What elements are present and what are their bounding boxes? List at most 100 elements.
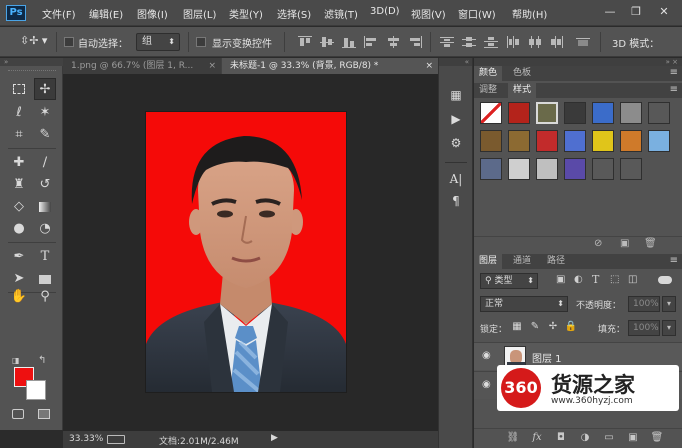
distribute-hcenter-icon[interactable] bbox=[528, 36, 542, 48]
adjustment-layer-icon[interactable]: ◑ bbox=[578, 432, 592, 444]
silver-style[interactable] bbox=[536, 158, 558, 180]
filter-toggle[interactable] bbox=[658, 276, 672, 284]
tab-layers[interactable]: 图层 bbox=[474, 254, 503, 269]
background-color-swatch[interactable] bbox=[26, 380, 46, 400]
panel-menu-icon[interactable]: ≡ bbox=[670, 84, 678, 95]
history-icon[interactable]: ▦ bbox=[446, 86, 466, 104]
clone-stamp-tool-icon[interactable]: ♜ bbox=[8, 174, 30, 196]
menu-filter[interactable]: 滤镜(T) bbox=[324, 6, 358, 21]
restore-button[interactable]: ❐ bbox=[624, 3, 648, 21]
link-layers-icon[interactable]: ⛓ bbox=[506, 432, 520, 444]
new-group-icon[interactable]: ▭ bbox=[602, 432, 616, 444]
move-tool-preset-icon[interactable]: ⇳✢ ▾ bbox=[20, 34, 52, 50]
lock-transparent-icon[interactable]: ▦ bbox=[510, 320, 524, 334]
orange-style[interactable] bbox=[620, 130, 642, 152]
sky-style[interactable] bbox=[648, 130, 670, 152]
align-top-icon[interactable] bbox=[298, 36, 312, 48]
tab-document-1[interactable]: 1.png @ 66.7% (图层 1, R... × bbox=[63, 58, 221, 74]
auto-select-dropdown[interactable]: 组 ⬍ bbox=[136, 33, 180, 51]
layer-style-icon[interactable]: fx bbox=[530, 432, 544, 444]
layer-name[interactable]: 图层 1 bbox=[532, 350, 562, 365]
panel-menu-icon[interactable]: ≡ bbox=[670, 255, 678, 266]
frame-style[interactable] bbox=[536, 102, 558, 124]
close-button[interactable]: ✕ bbox=[652, 3, 676, 21]
menu-help[interactable]: 帮助(H) bbox=[512, 6, 547, 21]
tab-document-2[interactable]: 未标题-1 @ 33.3% (背景, RGB/8) * × bbox=[222, 58, 438, 74]
tab-channels[interactable]: 通道 bbox=[508, 254, 536, 269]
sunset-style[interactable] bbox=[480, 158, 502, 180]
filter-pixel-icon[interactable]: ▣ bbox=[556, 274, 565, 285]
marquee-tool-icon[interactable] bbox=[8, 78, 30, 100]
dark-gray-style[interactable] bbox=[648, 102, 670, 124]
menu-view[interactable]: 视图(V) bbox=[411, 6, 446, 21]
gray-style[interactable] bbox=[620, 102, 642, 124]
red-glow-style[interactable] bbox=[508, 102, 530, 124]
new-style-icon[interactable]: ▣ bbox=[620, 238, 629, 249]
brush-tool-icon[interactable]: ∕ bbox=[34, 152, 56, 174]
blue-glass-style[interactable] bbox=[592, 102, 614, 124]
lock-position-icon[interactable]: ✢ bbox=[546, 320, 560, 334]
align-left-icon[interactable] bbox=[364, 36, 378, 48]
filter-smart-object-icon[interactable]: ◫ bbox=[628, 274, 637, 285]
history-brush-tool-icon[interactable]: ↺ bbox=[34, 174, 56, 196]
properties-icon[interactable]: ⚙ bbox=[446, 134, 466, 152]
menu-image[interactable]: 图像(I) bbox=[137, 6, 168, 21]
menu-select[interactable]: 选择(S) bbox=[277, 6, 311, 21]
show-transform-checkbox[interactable] bbox=[196, 37, 206, 47]
move-tool-icon[interactable]: ✢ bbox=[34, 78, 56, 100]
tab-swatches[interactable]: 色板 bbox=[508, 66, 536, 81]
gradient-tool-icon[interactable] bbox=[34, 196, 56, 218]
crop-tool-icon[interactable]: ⌗ bbox=[8, 124, 30, 146]
menu-type[interactable]: 类型(Y) bbox=[229, 6, 263, 21]
canvas-area[interactable] bbox=[63, 74, 438, 431]
menu-window[interactable]: 窗口(W) bbox=[458, 6, 496, 21]
proof-icon[interactable] bbox=[107, 435, 125, 444]
dodge-tool-icon[interactable]: ◔ bbox=[34, 218, 56, 240]
swap-colors-icon[interactable]: ↰ bbox=[38, 355, 50, 367]
minimize-button[interactable]: — bbox=[598, 3, 622, 21]
filter-shape-icon[interactable]: ⬚ bbox=[610, 274, 619, 285]
auto-select-checkbox[interactable] bbox=[64, 37, 74, 47]
chevron-down-icon[interactable]: ▾ bbox=[662, 320, 676, 336]
play-icon[interactable]: ▶ bbox=[271, 433, 278, 443]
paragraph-icon[interactable]: ¶ bbox=[446, 192, 466, 210]
new-layer-icon[interactable]: ▣ bbox=[626, 432, 640, 444]
menu-layer[interactable]: 图层(L) bbox=[183, 6, 216, 21]
hand-tool-icon[interactable]: ✋ bbox=[8, 286, 30, 308]
opacity-input[interactable]: 100% bbox=[628, 296, 660, 312]
dark-bevel-style[interactable] bbox=[564, 102, 586, 124]
purple-style[interactable] bbox=[564, 158, 586, 180]
zoom-tool-icon[interactable]: ⚲ bbox=[34, 286, 56, 308]
bronze-style[interactable] bbox=[508, 130, 530, 152]
healing-brush-tool-icon[interactable]: ✚ bbox=[8, 152, 30, 174]
filter-adjustment-icon[interactable]: ◐ bbox=[574, 274, 583, 285]
screen-mode-icon[interactable] bbox=[34, 408, 54, 424]
align-vcenter-icon[interactable] bbox=[320, 36, 334, 48]
eye-icon[interactable]: ◉ bbox=[482, 379, 491, 390]
character-icon[interactable]: A| bbox=[446, 170, 466, 188]
id-photo-image[interactable] bbox=[146, 112, 346, 392]
magic-wand-tool-icon[interactable]: ✶ bbox=[34, 102, 56, 124]
tab-color[interactable]: 颜色 bbox=[474, 66, 503, 81]
rainbow-style[interactable] bbox=[564, 130, 586, 152]
no-style-icon[interactable]: ⊘ bbox=[594, 238, 602, 249]
add-mask-icon[interactable]: ◘ bbox=[554, 432, 568, 444]
sparkle-style[interactable] bbox=[508, 158, 530, 180]
panels-collapse-icon[interactable]: » × bbox=[474, 58, 682, 66]
red-button-style[interactable] bbox=[536, 130, 558, 152]
delete-layer-icon[interactable]: 🗑 bbox=[650, 432, 664, 444]
close-icon[interactable]: × bbox=[208, 58, 216, 74]
distribute-bottom-icon[interactable] bbox=[484, 36, 498, 48]
panel-menu-icon[interactable]: ≡ bbox=[670, 67, 678, 78]
blur-tool-icon[interactable]: ● bbox=[8, 218, 30, 240]
menu-file[interactable]: 文件(F) bbox=[42, 6, 76, 21]
eraser-tool-icon[interactable]: ◇ bbox=[8, 196, 30, 218]
menu-3d[interactable]: 3D(D) bbox=[370, 6, 400, 17]
distribute-right-icon[interactable] bbox=[550, 36, 564, 48]
empty-style-1[interactable] bbox=[592, 158, 614, 180]
tab-adjustments[interactable]: 调整 bbox=[474, 83, 502, 98]
strip-collapse-icon[interactable]: « bbox=[439, 58, 472, 66]
filter-type-icon[interactable]: T bbox=[592, 273, 599, 286]
actions-play-icon[interactable]: ▶ bbox=[446, 110, 466, 128]
none-style[interactable] bbox=[480, 102, 502, 124]
